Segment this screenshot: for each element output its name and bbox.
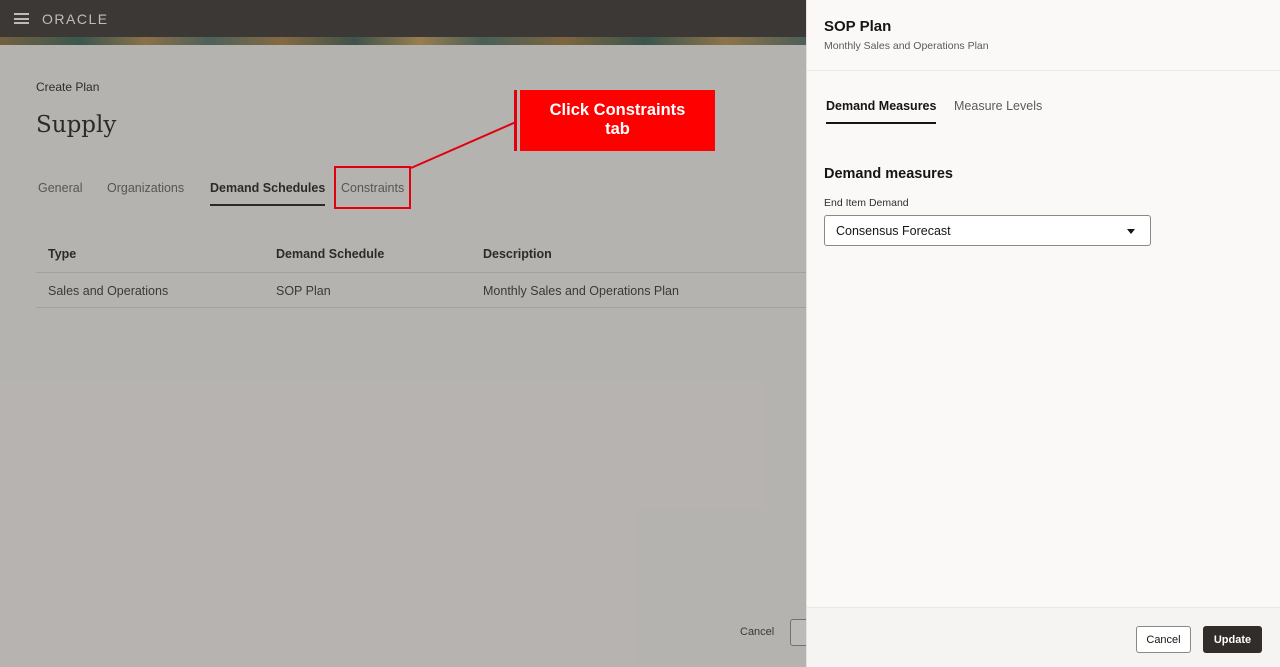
edit-drawer: SOP Plan Monthly Sales and Operations Pl… — [806, 0, 1280, 667]
tab-demand-measures[interactable]: Demand Measures — [826, 92, 937, 124]
section-title: Demand measures — [824, 166, 953, 182]
drawer-divider — [807, 70, 1280, 71]
end-item-demand-value: Consensus Forecast — [836, 224, 951, 238]
tab-measure-levels[interactable]: Measure Levels — [954, 92, 1042, 124]
cancel-button[interactable]: Cancel — [1136, 626, 1191, 653]
end-item-demand-select[interactable]: Consensus Forecast — [824, 215, 1151, 246]
chevron-down-icon — [1127, 229, 1135, 234]
callout-text-line1: Click Constraints — [549, 101, 686, 119]
callout-accent — [514, 90, 517, 151]
callout-text-line2: tab — [605, 120, 630, 138]
drawer-subtitle: Monthly Sales and Operations Plan — [824, 40, 989, 52]
drawer-footer: Cancel Update — [807, 607, 1280, 667]
main-page: ORACLE Create Plan Supply General Organi… — [0, 0, 806, 667]
update-button[interactable]: Update — [1203, 626, 1262, 653]
instruction-callout: Click Constraints tab — [520, 90, 715, 151]
drawer-title: SOP Plan — [824, 18, 892, 35]
end-item-demand-label: End Item Demand — [824, 197, 909, 209]
